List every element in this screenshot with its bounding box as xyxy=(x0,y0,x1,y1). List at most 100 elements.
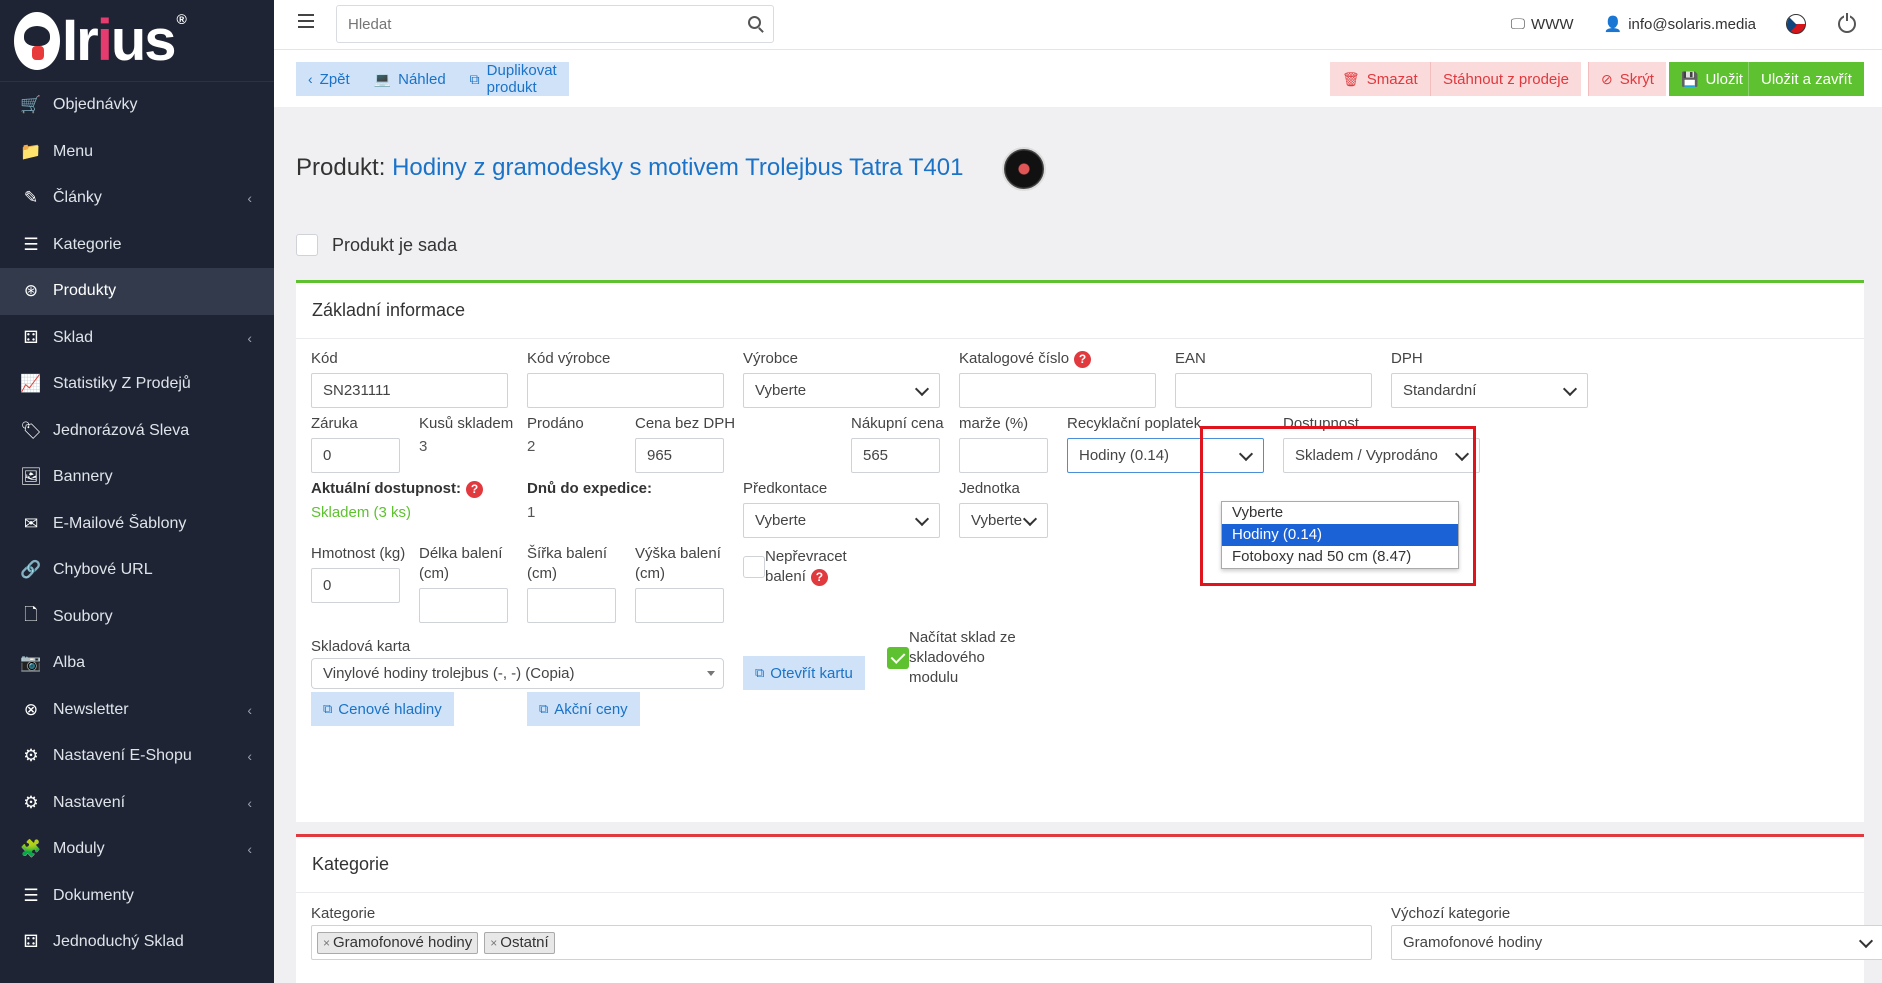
list-icon: ☰ xyxy=(23,885,39,905)
dropdown-option[interactable]: Fotoboxy nad 50 cm (8.47) xyxy=(1222,546,1458,568)
cogs-icon: ⚙ xyxy=(23,746,39,766)
package-height-input[interactable] xyxy=(635,588,724,623)
hide-button[interactable]: ⊘ Skrýt xyxy=(1588,62,1666,96)
package-width-input[interactable] xyxy=(527,588,616,623)
www-link[interactable]: 🖵 WWW xyxy=(1511,16,1574,33)
product-is-set-checkbox[interactable] xyxy=(296,234,318,256)
open-card-button[interactable]: ⧉ Otevřít kartu xyxy=(743,656,865,690)
sidebar-item-e-mailové-šablony[interactable]: ✉ E-Mailové Šablony xyxy=(0,501,274,548)
duplicate-product-button[interactable]: ⧉ Duplikovat produkt xyxy=(457,62,569,96)
weight-input[interactable]: 0 xyxy=(311,568,400,603)
ean-input[interactable] xyxy=(1175,373,1372,408)
catalog-number-input[interactable] xyxy=(959,373,1156,408)
manufacturer-code-input[interactable] xyxy=(527,373,724,408)
price-excl-vat-input[interactable]: 965 xyxy=(635,438,724,473)
czech-flag-icon[interactable] xyxy=(1786,14,1806,34)
sidebar-item-soubory[interactable]: 🗋 Soubory xyxy=(0,594,274,641)
delete-button[interactable]: 🗑 Smazat xyxy=(1330,62,1430,96)
category-tag[interactable]: × Ostatní xyxy=(484,931,555,954)
withdraw-from-sale-button[interactable]: Stáhnout z prodeje xyxy=(1430,62,1581,96)
sidebar-item-label: Moduly xyxy=(53,840,105,858)
power-icon[interactable] xyxy=(1838,13,1856,33)
code-input[interactable]: SN231111 xyxy=(311,373,508,408)
help-icon[interactable]: ? xyxy=(466,480,483,498)
basic-info-card: Základní informace Kód SN231111 Kód výro… xyxy=(296,280,1864,822)
sidebar-item-chybové-url[interactable]: 🔗 Chybové URL xyxy=(0,547,274,594)
sidebar-item-bannery[interactable]: 🖼 Bannery xyxy=(0,454,274,501)
precontact-select[interactable]: Vyberte xyxy=(743,503,940,538)
margin-input[interactable] xyxy=(959,438,1048,473)
sidebar-item-jednoduchý-sklad[interactable]: ⚃ Jednoduchý Sklad xyxy=(0,919,274,966)
sidebar-item-alba[interactable]: 📷 Alba xyxy=(0,640,274,687)
sidebar-item-label: Jednoduchý Sklad xyxy=(53,933,184,951)
product-thumbnail[interactable] xyxy=(1002,147,1046,191)
remove-tag-icon[interactable]: × xyxy=(323,936,330,950)
sidebar-item-články[interactable]: ✎ Články ‹ xyxy=(0,175,274,222)
preview-button[interactable]: 💻 Náhled xyxy=(361,62,458,96)
unit-label: Jednotka xyxy=(959,480,1020,497)
chevron-left-icon: ‹ xyxy=(247,748,252,765)
sidebar-item-produkty[interactable]: ⊛ Produkty xyxy=(0,268,274,315)
tag-icon: 🏷 xyxy=(20,420,42,440)
sidebar-item-label: Newsletter xyxy=(53,700,129,718)
save-and-close-button[interactable]: Uložit a zavřít xyxy=(1748,62,1864,96)
package-length-input[interactable] xyxy=(419,588,508,623)
sidebar-item-nastavení-e-shopu[interactable]: ⚙ Nastavení E-Shopu ‹ xyxy=(0,733,274,780)
sidebar-item-sklad[interactable]: ⚃ Sklad ‹ xyxy=(0,315,274,362)
sidebar-item-label: Sklad xyxy=(53,328,94,346)
manufacturer-select[interactable]: Vyberte xyxy=(743,373,940,408)
package-width-label: Šířka balení (cm) xyxy=(527,545,608,582)
copy-icon: ⧉ xyxy=(469,70,480,87)
do-not-flip-checkbox[interactable] xyxy=(743,556,765,578)
logo[interactable]: Irius ® xyxy=(0,0,274,82)
search-input[interactable] xyxy=(337,6,717,42)
help-icon[interactable]: ? xyxy=(1074,350,1092,368)
category-tag[interactable]: × Gramofonové hodiny xyxy=(317,931,479,954)
caret-down-icon xyxy=(707,671,715,676)
category-label: Kategorie xyxy=(311,905,376,922)
days-to-dispatch-value: 1 xyxy=(527,504,536,521)
promo-prices-button[interactable]: ⧉ Akční ceny xyxy=(527,692,640,726)
unit-select[interactable]: Vyberte xyxy=(959,503,1048,538)
user-menu[interactable]: 👤 info@solaris.media xyxy=(1603,15,1756,34)
chart-icon: 📈 xyxy=(20,374,42,394)
sidebar-item-newsletter[interactable]: ⊗ Newsletter ‹ xyxy=(0,687,274,734)
card-header: Kategorie xyxy=(296,837,1864,893)
sidebar: Irius ® 🛒 Objednávky 📁 Menu ✎ Články ‹ ☰ Kategori… xyxy=(0,0,274,983)
stock-card-select[interactable]: Vinylové hodiny trolejbus (-, -) (Copia) xyxy=(311,658,724,689)
default-category-select[interactable]: Gramofonové hodiny xyxy=(1391,925,1882,960)
save-button[interactable]: 💾 Uložit xyxy=(1669,62,1755,96)
remove-tag-icon[interactable]: × xyxy=(490,936,497,950)
dropdown-option[interactable]: Hodiny (0.14) xyxy=(1222,524,1458,546)
help-icon[interactable]: ? xyxy=(810,568,828,586)
sidebar-item-moduly[interactable]: 🧩 Moduly ‹ xyxy=(0,826,274,873)
sidebar-item-label: Soubory xyxy=(53,607,113,625)
do-not-flip-label: Nepřevracet balení? xyxy=(765,548,847,586)
sidebar-item-menu[interactable]: 📁 Menu xyxy=(0,129,274,176)
chevron-left-icon: ‹ xyxy=(247,329,252,346)
category-card: Kategorie Kategorie × Gramofonové hodiny ×… xyxy=(296,834,1882,983)
sidebar-item-nastavení[interactable]: ⚙ Nastavení ‹ xyxy=(0,780,274,827)
page-title: Produkt: Hodiny z gramodesky s motivem T… xyxy=(296,154,964,181)
price-levels-button[interactable]: ⧉ Cenové hladiny xyxy=(311,692,454,726)
load-stock-checkbox[interactable] xyxy=(887,647,909,669)
category-multiselect[interactable]: × Gramofonové hodiny × Ostatní xyxy=(311,925,1372,960)
sidebar-item-statistiky-z-prodejů[interactable]: 📈 Statistiky Z Prodejů xyxy=(0,361,274,408)
purchase-price-input[interactable]: 565 xyxy=(851,438,940,473)
sidebar-item-dokumenty[interactable]: ☰ Dokumenty xyxy=(0,873,274,920)
search-icon[interactable] xyxy=(748,16,761,29)
vat-select[interactable]: Standardní xyxy=(1391,373,1588,408)
laptop-icon: 💻 xyxy=(373,70,392,87)
sidebar-item-kategorie[interactable]: ☰ Kategorie xyxy=(0,222,274,269)
main-content: Produkt: Hodiny z gramodesky s motivem T… xyxy=(274,107,1882,983)
warranty-input[interactable]: 0 xyxy=(311,438,400,473)
back-button[interactable]: ‹ Zpět xyxy=(296,62,362,96)
search-box xyxy=(336,5,774,43)
sidebar-item-label: Dokumenty xyxy=(53,886,134,904)
sidebar-item-objednávky[interactable]: 🛒 Objednávky xyxy=(0,82,274,129)
user-icon: 👤 xyxy=(1603,16,1623,33)
sidebar-item-jednorázová-sleva[interactable]: 🏷 Jednorázová Sleva xyxy=(0,408,274,455)
hamburger-menu-icon[interactable] xyxy=(298,14,314,28)
logo-text: Irius ® xyxy=(62,7,187,73)
dropdown-option[interactable]: Vyberte xyxy=(1222,502,1458,524)
